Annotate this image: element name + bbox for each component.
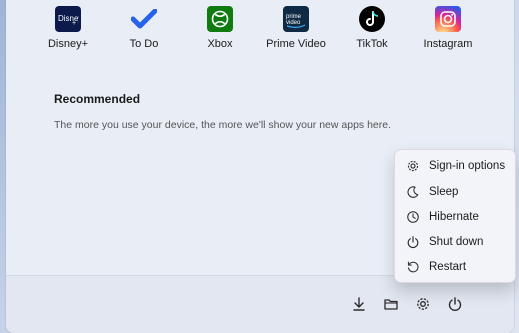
- moon-icon: [405, 184, 421, 200]
- app-disney-plus[interactable]: Disney + Disney+: [28, 6, 108, 50]
- start-footer: [6, 275, 514, 333]
- power-menu: Sign-in options Sleep Hibernate Shut dow…: [394, 149, 516, 283]
- xbox-icon: [207, 6, 233, 32]
- download-icon[interactable]: [349, 294, 369, 314]
- svg-text:+: +: [72, 20, 76, 27]
- menu-item-sign-in-options[interactable]: Sign-in options: [395, 154, 515, 178]
- app-prime-video[interactable]: prime video Prime Video: [256, 6, 336, 50]
- recommended-empty-text: The more you use your device, the more w…: [54, 119, 392, 131]
- instagram-icon: [435, 6, 461, 32]
- todo-check-icon: [131, 6, 157, 32]
- menu-item-label: Sleep: [429, 186, 459, 198]
- gear-icon[interactable]: [413, 294, 433, 314]
- menu-item-restart[interactable]: Restart: [395, 255, 515, 279]
- app-xbox[interactable]: Xbox: [180, 6, 260, 50]
- menu-item-label: Hibernate: [429, 211, 479, 223]
- menu-item-shut-down[interactable]: Shut down: [395, 230, 515, 254]
- menu-item-label: Restart: [429, 261, 467, 273]
- gear-icon: [405, 158, 421, 174]
- disney-plus-icon: Disney +: [55, 6, 81, 32]
- app-label: Instagram: [423, 38, 473, 50]
- menu-item-label: Sign-in options: [429, 160, 506, 172]
- folder-icon[interactable]: [381, 294, 401, 314]
- app-label: Disney+: [47, 38, 89, 50]
- app-label: Prime Video: [266, 38, 326, 50]
- recommended-heading: Recommended: [54, 92, 141, 106]
- app-label: To Do: [129, 38, 159, 50]
- menu-item-hibernate[interactable]: Hibernate: [395, 205, 515, 229]
- restart-icon: [405, 259, 421, 275]
- app-label: Xbox: [207, 38, 233, 50]
- app-to-do[interactable]: To Do: [104, 6, 184, 50]
- app-tiktok[interactable]: TikTok: [332, 6, 412, 50]
- clock-icon: [405, 209, 421, 225]
- pinned-apps-row: Disney + Disney+ To Do Xbox: [6, 6, 514, 60]
- menu-item-label: Shut down: [429, 236, 484, 248]
- power-icon: [405, 234, 421, 250]
- app-label: TikTok: [356, 38, 388, 50]
- menu-item-sleep[interactable]: Sleep: [395, 180, 515, 204]
- app-instagram[interactable]: Instagram: [408, 6, 488, 50]
- power-icon[interactable]: [445, 294, 465, 314]
- tiktok-icon: [359, 6, 385, 32]
- svg-text:video: video: [286, 20, 301, 26]
- prime-video-icon: prime video: [283, 6, 309, 32]
